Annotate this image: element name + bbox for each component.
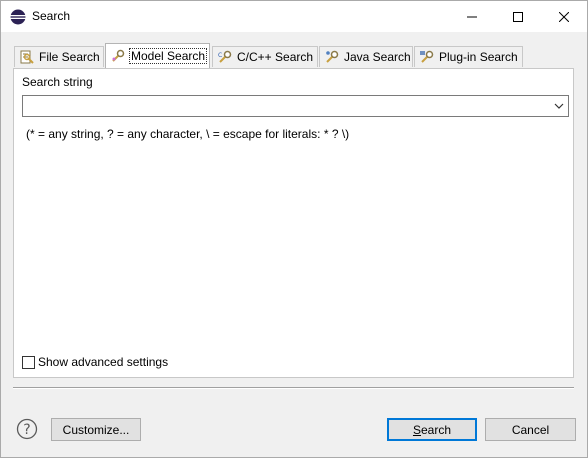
cancel-label: Cancel [511,422,550,437]
separator [13,387,574,389]
tab-model-search[interactable]: Model Search [105,43,210,68]
tab-label: Model Search [128,48,208,64]
maximize-button[interactable] [495,1,541,32]
svg-text:?: ? [23,422,30,438]
eclipse-icon [10,9,26,25]
customize-label: Customize... [62,422,130,437]
chevron-down-icon[interactable] [554,102,564,110]
svg-text:C: C [218,52,222,59]
help-icon[interactable]: ? [16,418,38,440]
tab-label: C/C++ Search [237,50,314,64]
search-string-combo[interactable] [22,95,569,117]
tab-cpp-search[interactable]: C C/C++ Search [212,46,318,67]
advanced-settings-option[interactable]: Show advanced settings [22,355,168,369]
tab-label: Java Search [344,50,411,64]
close-icon [559,11,569,22]
advanced-settings-checkbox[interactable] [22,355,35,369]
wildcard-hint: (* = any string, ? = any character, \ = … [26,127,350,141]
window-title: Search [32,9,71,23]
model-search-icon [112,49,125,62]
search-button[interactable]: Search [387,418,477,441]
tab-label: File Search [39,50,100,64]
search-dialog: Search File Search Model Search C C/C++ … [0,0,588,458]
tab-label: Plug-in Search [439,50,518,64]
cancel-button[interactable]: Cancel [485,418,576,441]
minimize-icon [467,16,477,17]
title-bar[interactable]: Search [1,1,587,32]
search-string-label: Search string [22,75,93,89]
search-mnemonic: S [412,422,421,437]
customize-button[interactable]: Customize... [51,418,141,441]
file-search-icon [20,50,34,64]
cpp-search-icon: C [218,50,232,63]
close-button[interactable] [541,1,587,32]
java-search-icon [326,50,339,63]
search-label: earch [420,422,452,437]
plugin-search-icon [420,50,434,63]
tab-file-search[interactable]: File Search [14,46,104,67]
tab-plugin-search[interactable]: Plug-in Search [414,46,523,67]
model-search-panel: Search string (* = any string, ? = any c… [13,68,574,378]
maximize-icon [513,11,523,22]
tab-java-search[interactable]: Java Search [319,46,413,67]
minimize-button[interactable] [449,1,495,32]
search-string-input[interactable] [25,97,545,115]
advanced-settings-label: Show advanced settings [38,355,169,369]
